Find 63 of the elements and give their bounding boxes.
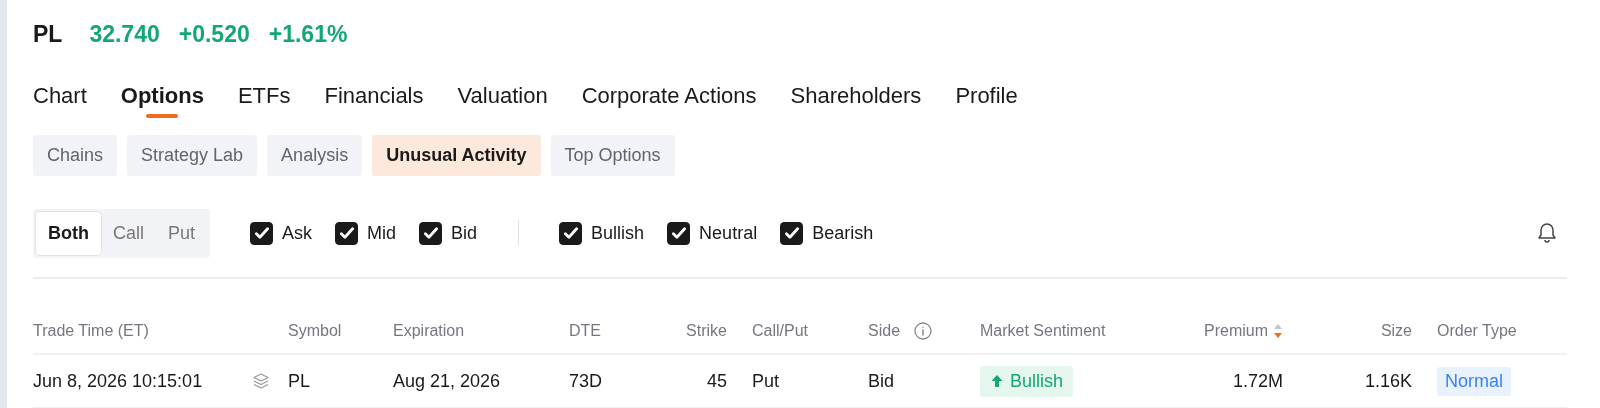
- column-header: Size: [1380, 322, 1412, 340]
- checkbox-label: Bid: [451, 222, 478, 244]
- table-cell: Put: [752, 370, 780, 392]
- nav-tab[interactable]: ETFs: [237, 79, 291, 118]
- column-header: Premium: [1204, 322, 1268, 340]
- layers-icon: [252, 372, 270, 390]
- column-header: Call/Put: [752, 322, 809, 340]
- checkmark-icon: [784, 226, 799, 240]
- nav-tab[interactable]: Corporate Actions: [581, 79, 757, 118]
- checkmark-icon: [423, 226, 438, 240]
- table-cell: 1.72M: [1232, 370, 1283, 392]
- price-change: +0.520: [178, 20, 250, 48]
- column-header: Trade Time (ET): [33, 322, 149, 340]
- checkbox[interactable]: [335, 221, 359, 245]
- checkbox-label: Bullish: [591, 222, 645, 244]
- table-cell: Aug 21, 2026: [393, 370, 501, 392]
- bell-icon[interactable]: [1535, 221, 1559, 245]
- nav-tab[interactable]: Valuation: [457, 79, 548, 118]
- sub-tab[interactable]: Strategy Lab: [127, 135, 258, 176]
- table-cell: PL: [288, 370, 311, 392]
- sub-tab[interactable]: Unusual Activity: [372, 135, 541, 176]
- table-cell: 1.16K: [1364, 370, 1412, 392]
- checkbox[interactable]: [780, 221, 804, 245]
- sub-tab[interactable]: Analysis: [267, 135, 363, 176]
- column-header: Side: [868, 322, 901, 340]
- checkbox[interactable]: [559, 221, 583, 245]
- table-cell: Bid: [868, 370, 894, 392]
- toggle-option[interactable]: Call: [101, 211, 156, 255]
- nav-tab[interactable]: Chart: [33, 79, 87, 118]
- table-cell: 45: [706, 370, 727, 392]
- column-header: Expiration: [393, 322, 465, 340]
- sentiment-badge: Bullish: [980, 365, 1074, 397]
- column-header: DTE: [569, 322, 601, 340]
- last-price: 32.740: [89, 20, 160, 48]
- column-header: Strike: [686, 322, 727, 340]
- nav-tab[interactable]: Options: [120, 79, 204, 118]
- up-arrow-icon: [990, 374, 1004, 388]
- checkbox-label: Neutral: [699, 222, 758, 244]
- toggle-option[interactable]: Put: [156, 211, 208, 255]
- checkbox-label: Mid: [367, 222, 397, 244]
- order-type-tag: Normal: [1437, 366, 1511, 396]
- checkbox-label: Bearish: [812, 222, 874, 244]
- sub-tab[interactable]: Top Options: [550, 135, 675, 176]
- column-header: Symbol: [288, 322, 342, 340]
- checkmark-icon: [254, 226, 269, 240]
- column-header: Market Sentiment: [980, 322, 1106, 340]
- checkbox[interactable]: [667, 221, 691, 245]
- checkmark-icon: [563, 226, 578, 240]
- ticker-symbol: PL: [33, 20, 63, 48]
- nav-tab[interactable]: Profile: [955, 79, 1018, 118]
- table-cell: 73D: [569, 370, 603, 392]
- checkmark-icon: [671, 226, 686, 240]
- checkbox-label: Ask: [282, 222, 313, 244]
- checkbox[interactable]: [250, 221, 274, 245]
- checkbox[interactable]: [419, 221, 443, 245]
- sub-tab[interactable]: Chains: [33, 135, 118, 176]
- toggle-option[interactable]: Both: [36, 211, 101, 255]
- nav-tab[interactable]: Shareholders: [790, 79, 922, 118]
- nav-tab[interactable]: Financials: [324, 79, 424, 118]
- column-header: Order Type: [1437, 322, 1517, 340]
- percent-change: +1.61%: [268, 20, 348, 48]
- checkmark-icon: [339, 226, 354, 240]
- table-cell: Jun 8, 2026 10:15:01: [33, 370, 203, 392]
